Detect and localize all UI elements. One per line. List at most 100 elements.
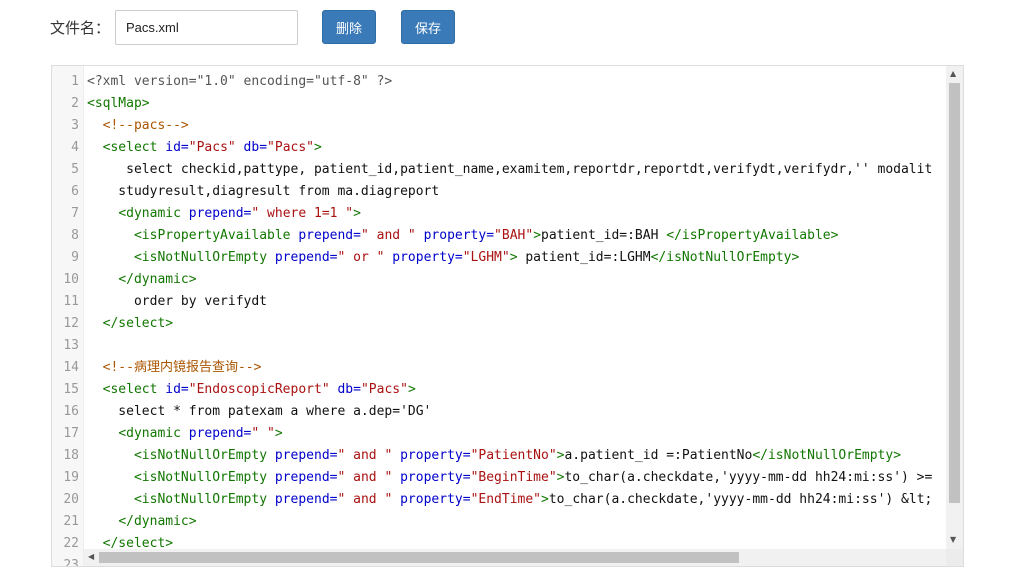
code-token-attr: prepend= [274, 250, 338, 265]
line-number: 4 [71, 140, 79, 155]
scroll-down-button[interactable]: ▼ [946, 532, 963, 549]
code-token-str: " or " [337, 250, 385, 265]
code-token-str: "Pacs" [267, 140, 315, 155]
code-text: </select> [87, 313, 173, 335]
code-line: 7 <dynamic prepend=" where 1=1 "> [52, 203, 946, 225]
code-token-tag: </isPropertyAvailable> [666, 228, 839, 243]
line-number: 20 [63, 492, 79, 507]
code-token-attr: prepend= [188, 206, 252, 221]
code-line: 14 <!--病理内镜报告查询--> [52, 357, 946, 379]
code-token-attr: property= [392, 448, 471, 463]
code-line: 21 </dynamic> [52, 511, 946, 533]
code-token-text: patient_id=:BAH [541, 228, 667, 243]
line-number: 2 [71, 96, 79, 111]
code-text: <!--病理内镜报告查询--> [87, 357, 262, 379]
code-line: 2 <sqlMap> [52, 93, 946, 115]
vertical-scroll-thumb[interactable] [949, 83, 960, 503]
code-lines: 1 <?xml version="1.0" encoding="utf-8" ?>… [52, 71, 946, 566]
code-text: <dynamic prepend=" "> [87, 423, 282, 445]
code-token-tag: <isNotNullOrEmpty [133, 492, 275, 507]
line-number: 16 [63, 404, 79, 419]
line-number: 15 [63, 382, 79, 397]
code-text: <dynamic prepend=" where 1=1 "> [87, 203, 361, 225]
code-token-comment: <!--pacs--> [102, 118, 189, 133]
code-token-tag: <sqlMap> [87, 96, 150, 111]
code-token-text: to_char(a.checkdate,'yyyy-mm-dd hh24:mi:… [548, 492, 933, 507]
code-token-tag: <isNotNullOrEmpty [133, 448, 275, 463]
code-line: 17 <dynamic prepend=" "> [52, 423, 946, 445]
code-token-attr: prepend= [188, 426, 252, 441]
line-number: 21 [63, 514, 79, 529]
code-text: </dynamic> [87, 269, 196, 291]
line-number: 6 [71, 184, 79, 199]
code-token-str: "LGHM" [462, 250, 510, 265]
code-text: <isNotNullOrEmpty prepend=" and " proper… [87, 489, 932, 511]
code-token-tag: <isNotNullOrEmpty [133, 250, 275, 265]
code-editor[interactable]: 1 <?xml version="1.0" encoding="utf-8" ?>… [51, 65, 964, 567]
horizontal-scroll-thumb[interactable] [99, 552, 739, 563]
code-line: 15 <select id="EndoscopicReport" db="Pac… [52, 379, 946, 401]
line-number: 13 [63, 338, 79, 353]
code-token-tag: > [509, 250, 518, 265]
filename-input[interactable] [115, 10, 298, 45]
code-token-str: " " [251, 426, 275, 441]
code-line: 1 <?xml version="1.0" encoding="utf-8" ?> [52, 71, 946, 93]
line-number: 14 [63, 360, 79, 375]
code-token-tag: <isNotNullOrEmpty [133, 470, 275, 485]
code-token-attr: prepend= [274, 470, 338, 485]
code-text: <isNotNullOrEmpty prepend=" and " proper… [87, 467, 932, 489]
code-token-tag: </dynamic> [118, 514, 197, 529]
code-token-tag: </isNotNullOrEmpty> [650, 250, 800, 265]
code-token-str: "EndTime" [470, 492, 542, 507]
triangle-up-icon: ▲ [950, 69, 957, 78]
code-line: 8 <isPropertyAvailable prepend=" and " p… [52, 225, 946, 247]
code-line: 18 <isNotNullOrEmpty prepend=" and " pro… [52, 445, 946, 467]
code-token-attr: property= [415, 228, 495, 243]
code-text: <isPropertyAvailable prepend=" and " pro… [87, 225, 838, 247]
code-text: </dynamic> [87, 511, 197, 533]
line-number: 19 [63, 470, 79, 485]
line-number: 11 [63, 294, 79, 309]
code-token-tag: > [353, 206, 361, 221]
delete-button[interactable]: 删除 [322, 10, 376, 44]
code-token-str: "Pacs" [360, 382, 408, 397]
code-text: <select id="EndoscopicReport" db="Pacs"> [87, 379, 416, 401]
code-token-str: " and " [337, 492, 393, 507]
line-number: 12 [63, 316, 79, 331]
code-token-tag: <dynamic [118, 426, 189, 441]
horizontal-scrollbar[interactable]: ◀ ▶ [84, 549, 962, 566]
code-text: <select id="Pacs" db="Pacs"> [87, 137, 322, 159]
code-token-tag: <select [102, 382, 166, 397]
code-text: select * from patexam a where a.dep='DG' [87, 401, 431, 423]
code-token-str: " and " [360, 228, 416, 243]
code-token-attr: property= [392, 492, 471, 507]
code-token-text: order by verifydt [87, 294, 268, 309]
line-number: 22 [63, 536, 79, 551]
save-button[interactable]: 保存 [401, 10, 455, 44]
line-number: 3 [71, 118, 79, 133]
line-number: 1 [71, 74, 79, 89]
code-token-attr: db= [235, 140, 268, 155]
code-token-str: "PatientNo" [470, 448, 557, 463]
code-token-str: " where 1=1 " [251, 206, 354, 221]
line-number: 17 [63, 426, 79, 441]
code-line: 9 <isNotNullOrEmpty prepend=" or " prope… [52, 247, 946, 269]
code-token-text: select checkid,pattype, patient_id,patie… [87, 162, 933, 177]
vertical-scrollbar[interactable]: ▲ ▼ [946, 66, 963, 549]
code-line: 5 select checkid,pattype, patient_id,pat… [52, 159, 946, 181]
line-number: 8 [71, 228, 79, 243]
scroll-left-button[interactable]: ◀ [84, 549, 99, 566]
code-text: <isNotNullOrEmpty prepend=" and " proper… [87, 445, 901, 467]
scroll-up-button[interactable]: ▲ [946, 66, 963, 83]
